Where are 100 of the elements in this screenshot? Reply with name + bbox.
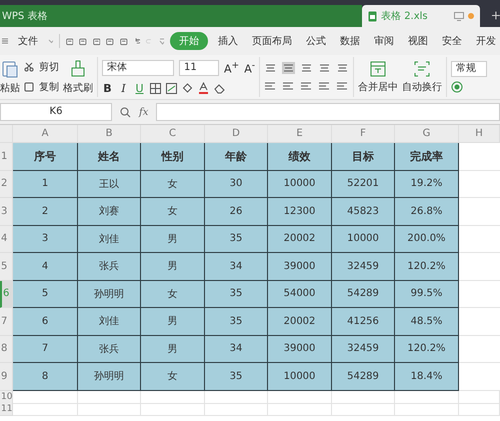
align-icon[interactable]: [336, 80, 350, 92]
ribbon-tab[interactable]: 页面布局: [248, 32, 296, 50]
row-header[interactable]: 9: [0, 363, 13, 390]
merge-cells-icon[interactable]: [370, 60, 386, 76]
row-header[interactable]: 11: [0, 402, 13, 416]
row-header[interactable]: 4: [0, 226, 13, 253]
currency-icon[interactable]: [451, 81, 464, 93]
wrap-text-icon[interactable]: [414, 60, 430, 76]
table-cell: 刘赛: [78, 198, 141, 226]
row-header[interactable]: 8: [0, 336, 13, 363]
window-tab[interactable]: 表格 2.xls: [362, 5, 480, 27]
wrap-text-button[interactable]: 自动换行: [402, 80, 442, 94]
format-painter-button[interactable]: 格式刷: [63, 80, 93, 94]
column-header[interactable]: A: [13, 125, 78, 143]
column-header[interactable]: D: [205, 125, 268, 143]
column-header[interactable]: E: [268, 125, 332, 143]
table-cell: 男: [141, 336, 205, 363]
ribbon-tab[interactable]: 视图: [404, 32, 432, 50]
table-cell: 女: [141, 170, 205, 198]
bold-button[interactable]: B: [102, 82, 113, 94]
fill-pattern-icon[interactable]: [166, 82, 177, 94]
underline-button[interactable]: U: [134, 82, 145, 94]
caret-icon: [48, 38, 53, 44]
menu-icon[interactable]: [2, 37, 8, 45]
font-color-icon[interactable]: [198, 82, 209, 94]
ribbon-tab[interactable]: 插入: [214, 32, 242, 50]
align-icon[interactable]: [300, 80, 314, 92]
column-header[interactable]: C: [141, 125, 205, 143]
row-header[interactable]: 5: [0, 253, 13, 280]
row-header[interactable]: 1: [0, 143, 13, 170]
grow-font-button[interactable]: A$^{+}$: [224, 60, 240, 76]
table-cell: 18.4%: [395, 363, 459, 390]
empty-cell: [332, 402, 395, 416]
table-cell: 10000: [332, 226, 395, 253]
empty-cell: [141, 402, 205, 416]
zoom-icon[interactable]: [120, 106, 131, 118]
number-format-dropdown[interactable]: 常规: [451, 61, 488, 77]
copy-button[interactable]: 复制: [39, 80, 59, 94]
table-cell: 7: [13, 336, 78, 363]
cut-button[interactable]: 剪切: [39, 60, 59, 74]
window-tab[interactable]: WPS 表格: [0, 5, 362, 27]
column-header[interactable]: H: [459, 125, 500, 143]
name-box[interactable]: K6: [0, 103, 112, 121]
unsaved-dot-icon: [468, 13, 474, 19]
merge-center-button[interactable]: 合并居中: [358, 80, 398, 94]
row-header[interactable]: 7: [0, 308, 13, 336]
column-header[interactable]: F: [332, 125, 395, 143]
paste-button[interactable]: 粘贴: [0, 80, 20, 94]
table-cell: 目标: [332, 143, 395, 170]
row-header[interactable]: 2: [0, 170, 13, 198]
italic-button[interactable]: I: [118, 82, 129, 94]
undo-icon[interactable]: [134, 36, 140, 46]
formula-input[interactable]: [156, 103, 500, 121]
table-cell: 女: [141, 363, 205, 390]
copy-icon[interactable]: [24, 82, 34, 92]
new-tab-icon[interactable]: [492, 10, 500, 21]
function-button[interactable]: fx: [139, 106, 148, 118]
row-header[interactable]: 6: [0, 280, 13, 308]
row-header[interactable]: 10: [0, 390, 13, 404]
paste-icon[interactable]: [2, 60, 18, 78]
brush-icon[interactable]: [71, 60, 85, 78]
align-icon[interactable]: [282, 80, 296, 92]
ribbon-tab[interactable]: 数据: [336, 32, 364, 50]
empty-cell: [395, 390, 459, 404]
scissors-icon[interactable]: [24, 62, 34, 72]
font-size-dropdown[interactable]: 11: [179, 60, 219, 76]
table-cell: 30: [205, 170, 268, 198]
file-menu[interactable]: 文件: [14, 32, 42, 50]
align-icon[interactable]: [300, 62, 314, 74]
ribbon-tab[interactable]: 安全: [438, 32, 466, 50]
table-cell: 35: [205, 280, 268, 308]
table-cell: 35: [205, 226, 268, 253]
border-icon[interactable]: [150, 82, 161, 94]
ribbon-tab[interactable]: 开发: [472, 32, 500, 50]
ribbon-tab[interactable]: 开始: [170, 32, 208, 50]
align-icon[interactable]: [264, 62, 278, 74]
align-icon[interactable]: [264, 80, 278, 92]
table-cell: 刘佳: [78, 308, 141, 336]
table-cell: 男: [141, 226, 205, 253]
table-cell: 99.5%: [395, 280, 459, 308]
row-header[interactable]: 3: [0, 198, 13, 226]
shrink-font-button[interactable]: A$^{-}$: [244, 60, 256, 76]
column-header[interactable]: G: [395, 125, 459, 143]
table-cell: 孙明明: [78, 280, 141, 308]
table-cell: 完成率: [395, 143, 459, 170]
eraser-icon[interactable]: [214, 82, 225, 94]
table-cell: 54289: [332, 363, 395, 390]
align-icon[interactable]: [336, 62, 350, 74]
font-dropdown[interactable]: 宋体: [102, 60, 174, 76]
table-cell: 孙明明: [78, 363, 141, 390]
ribbon-tab[interactable]: 审阅: [370, 32, 398, 50]
table-cell: 34: [205, 253, 268, 280]
ribbon-tab[interactable]: 公式: [302, 32, 330, 50]
align-icon[interactable]: [318, 80, 332, 92]
column-header[interactable]: B: [78, 125, 141, 143]
align-icon[interactable]: [282, 62, 296, 74]
align-icon[interactable]: [318, 62, 332, 74]
spreadsheet-icon: [368, 10, 378, 22]
table-cell: 35: [205, 363, 268, 390]
table-cell: 12300: [268, 198, 332, 226]
